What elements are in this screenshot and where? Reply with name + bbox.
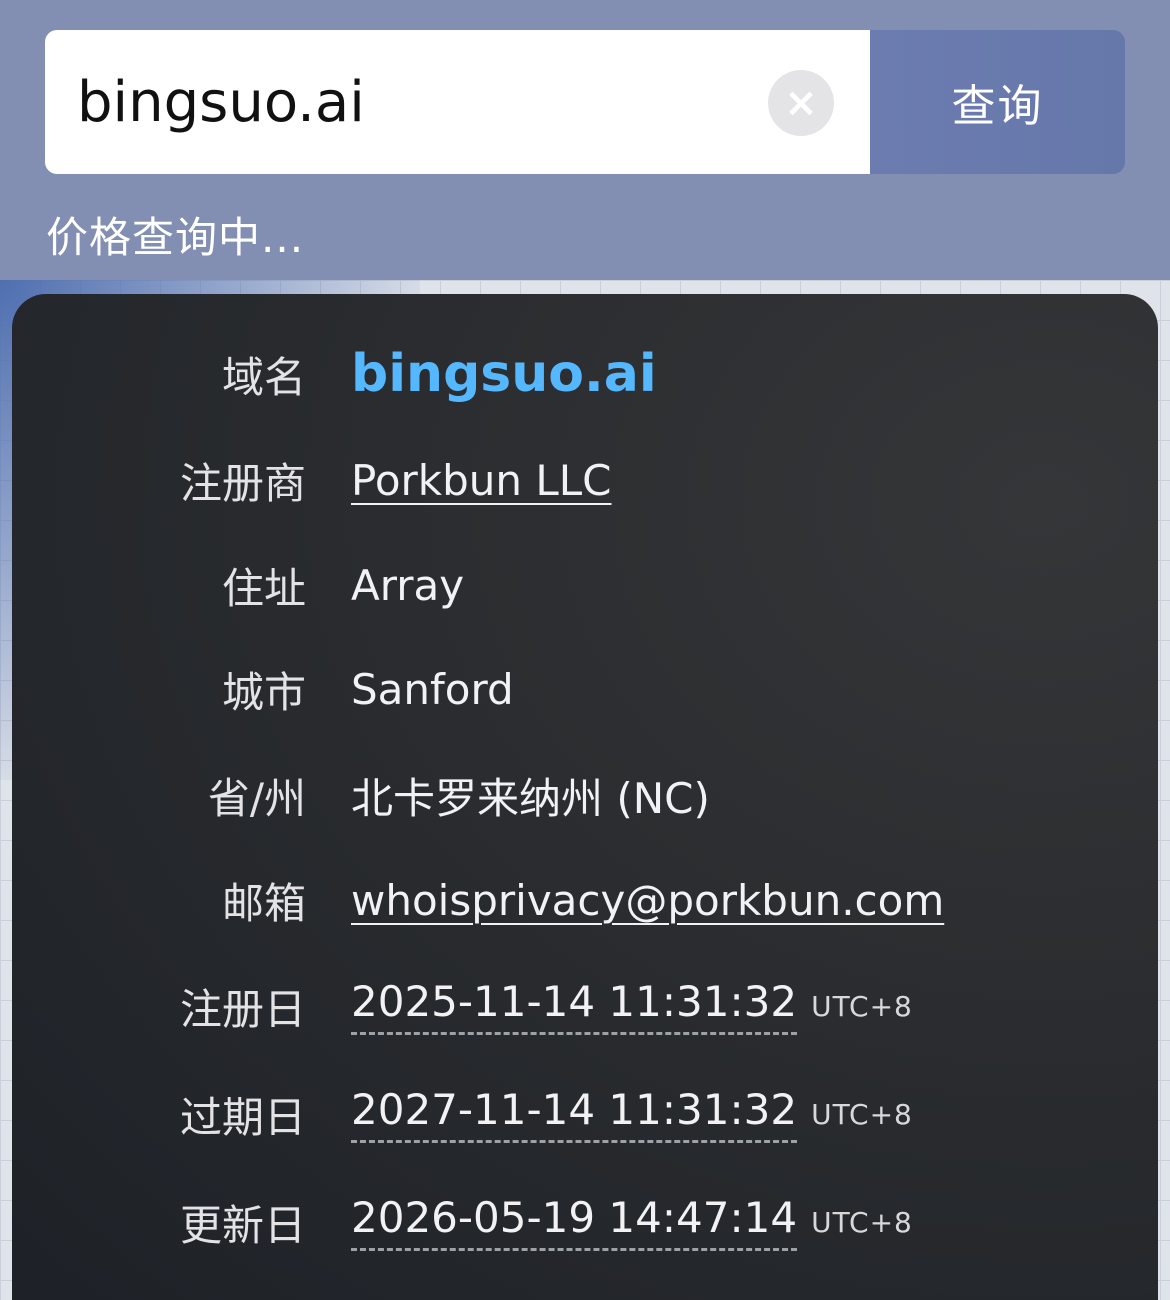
clear-icon[interactable]: × xyxy=(768,70,834,136)
city-value: Sanford xyxy=(351,664,514,714)
expires-date[interactable]: 2027-11-14 11:31:32 xyxy=(351,1085,798,1143)
address-label: 住址 xyxy=(221,563,306,613)
updated-row: 更新日 2026-05-19 14:47:14 UTC+8 xyxy=(12,1182,1158,1262)
updated-date[interactable]: 2026-05-19 14:47:14 xyxy=(351,1193,798,1251)
state-row: 省/州 北卡罗来纳州 (NC) xyxy=(12,755,1158,835)
registered-label: 注册日 xyxy=(179,984,306,1034)
domain-value: bingsuo.ai xyxy=(351,344,657,404)
registered-row: 注册日 2025-11-14 11:31:32 UTC+8 xyxy=(12,966,1158,1046)
search-input-container: × xyxy=(45,30,870,174)
state-label: 省/州 xyxy=(207,773,306,823)
search-bar: × 查询 xyxy=(45,30,1125,174)
updated-timezone: UTC+8 xyxy=(811,1206,913,1239)
expires-timezone: UTC+8 xyxy=(811,1098,913,1131)
search-input[interactable] xyxy=(45,30,745,174)
email-link[interactable]: whoisprivacy@porkbun.com xyxy=(351,876,944,925)
whois-card: 域名 bingsuo.ai 注册商 Porkbun LLC 住址 Array 城… xyxy=(12,294,1158,1300)
domain-row: 域名 bingsuo.ai xyxy=(12,334,1158,414)
registrar-label: 注册商 xyxy=(179,458,306,508)
city-row: 城市 Sanford xyxy=(12,649,1158,729)
registrar-link[interactable]: Porkbun LLC xyxy=(351,456,612,505)
registered-date[interactable]: 2025-11-14 11:31:32 xyxy=(351,977,798,1035)
state-value: 北卡罗来纳州 (NC) xyxy=(351,773,710,823)
email-label: 邮箱 xyxy=(221,878,306,928)
registered-timezone: UTC+8 xyxy=(811,990,913,1023)
query-button[interactable]: 查询 xyxy=(870,30,1125,174)
address-value: Array xyxy=(351,560,465,610)
price-status-text: 价格查询中... xyxy=(46,213,305,262)
address-row: 住址 Array xyxy=(12,545,1158,625)
expires-value: 2027-11-14 11:31:32 UTC+8 xyxy=(351,1085,913,1143)
expires-row: 过期日 2027-11-14 11:31:32 UTC+8 xyxy=(12,1074,1158,1154)
registrar-row: 注册商 Porkbun LLC xyxy=(12,440,1158,520)
updated-value: 2026-05-19 14:47:14 UTC+8 xyxy=(351,1193,913,1251)
registered-value: 2025-11-14 11:31:32 UTC+8 xyxy=(351,977,913,1035)
domain-label: 域名 xyxy=(221,352,306,402)
email-row: 邮箱 whoisprivacy@porkbun.com xyxy=(12,860,1158,940)
expires-label: 过期日 xyxy=(179,1092,306,1142)
updated-label: 更新日 xyxy=(179,1200,306,1250)
city-label: 城市 xyxy=(221,667,306,717)
